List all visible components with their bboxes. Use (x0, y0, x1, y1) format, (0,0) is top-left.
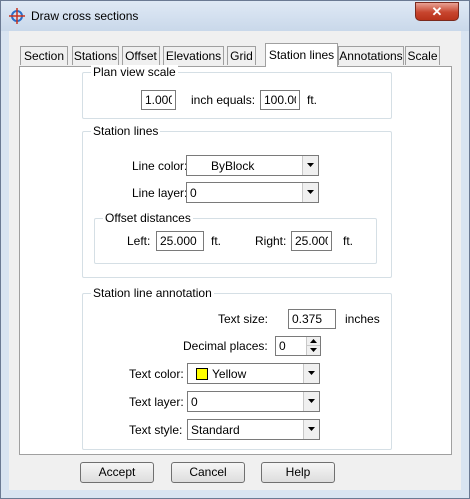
scale-unit-label: ft. (307, 93, 318, 107)
accept-button[interactable]: Accept (80, 462, 154, 483)
right-offset-unit: ft. (343, 234, 354, 248)
close-icon: ✕ (431, 4, 443, 19)
color-swatch (196, 368, 208, 380)
chevron-down-icon (307, 190, 314, 194)
tab-scale[interactable]: Scale (405, 46, 440, 65)
tab-grid[interactable]: Grid (227, 46, 256, 65)
tab-stations[interactable]: Stations (72, 46, 119, 65)
annotation-legend: Station line annotation (91, 286, 214, 300)
text-size-unit: inches (345, 312, 380, 326)
chevron-down-icon (308, 427, 315, 431)
line-layer-select[interactable]: 0 (186, 182, 319, 203)
text-style-label: Text style: (129, 423, 183, 437)
chevron-down-icon (307, 163, 314, 167)
chevron-up-icon (310, 339, 317, 343)
scale-inches-input[interactable] (141, 90, 176, 110)
line-layer-value: 0 (190, 186, 197, 200)
annotation-group: Station line annotation Text size: inche… (82, 286, 392, 450)
line-color-label: Line color: (132, 159, 188, 173)
dropdown-button[interactable] (303, 364, 319, 383)
text-color-select[interactable]: Yellow (187, 363, 320, 384)
tab-elevations[interactable]: Elevations (163, 46, 224, 65)
text-layer-label: Text layer: (129, 395, 184, 409)
left-offset-unit: ft. (211, 234, 222, 248)
left-offset-label: Left: (127, 234, 151, 248)
line-layer-label: Line layer: (132, 186, 188, 200)
text-style-value: Standard (191, 423, 240, 437)
plan-view-scale-group: Plan view scale inch equals: ft. (82, 65, 392, 119)
dialog-client: Section Stations Offset Elevations Grid … (9, 31, 461, 490)
text-color-label: Text color: (129, 367, 184, 381)
decimal-places-label: Decimal places: (183, 339, 268, 353)
left-offset-input[interactable] (156, 231, 204, 251)
station-lines-group: Station lines Line color: ByBlock Line l… (82, 124, 392, 278)
tab-section[interactable]: Section (20, 46, 68, 65)
window-title: Draw cross sections (31, 9, 139, 23)
help-button[interactable]: Help (261, 462, 335, 483)
title-bar[interactable]: Draw cross sections ✕ (1, 1, 469, 31)
spin-up-button[interactable] (306, 337, 320, 346)
chevron-down-icon (310, 348, 317, 352)
text-size-input[interactable] (288, 309, 336, 329)
cancel-button[interactable]: Cancel (171, 462, 245, 483)
line-color-select[interactable]: ByBlock (186, 155, 319, 176)
dropdown-button[interactable] (303, 392, 319, 411)
spin-down-button[interactable] (306, 346, 320, 355)
crosshair-icon (9, 8, 25, 24)
text-layer-value: 0 (191, 395, 198, 409)
text-layer-select[interactable]: 0 (187, 391, 320, 412)
text-size-label: Text size: (218, 312, 269, 326)
text-color-value: Yellow (212, 367, 247, 381)
text-style-select[interactable]: Standard (187, 419, 320, 440)
decimal-places-value: 0 (279, 339, 286, 353)
chevron-down-icon (308, 399, 315, 403)
close-button[interactable]: ✕ (415, 2, 459, 21)
decimal-places-spinner[interactable]: 0 (275, 336, 321, 356)
inch-equals-label: inch equals: (191, 93, 256, 107)
right-offset-label: Right: (255, 234, 287, 248)
dropdown-button[interactable] (302, 183, 318, 202)
dialog-window: Draw cross sections ✕ Section Stations O… (0, 0, 470, 499)
offset-distances-legend: Offset distances (103, 211, 193, 225)
chevron-down-icon (308, 371, 315, 375)
tab-station-lines[interactable]: Station lines (265, 43, 338, 67)
dropdown-button[interactable] (303, 420, 319, 439)
plan-view-scale-legend: Plan view scale (91, 65, 178, 79)
dropdown-button[interactable] (302, 156, 318, 175)
line-color-value: ByBlock (211, 159, 255, 173)
tab-offset[interactable]: Offset (122, 46, 160, 65)
station-lines-legend: Station lines (91, 124, 161, 138)
right-offset-input[interactable] (291, 231, 332, 251)
offset-distances-group: Offset distances Left: ft. Right: ft. (94, 211, 377, 264)
tab-panel: Plan view scale inch equals: ft. Station… (19, 65, 452, 455)
tab-annotations[interactable]: Annotations (338, 46, 404, 65)
scale-feet-input[interactable] (260, 90, 300, 110)
